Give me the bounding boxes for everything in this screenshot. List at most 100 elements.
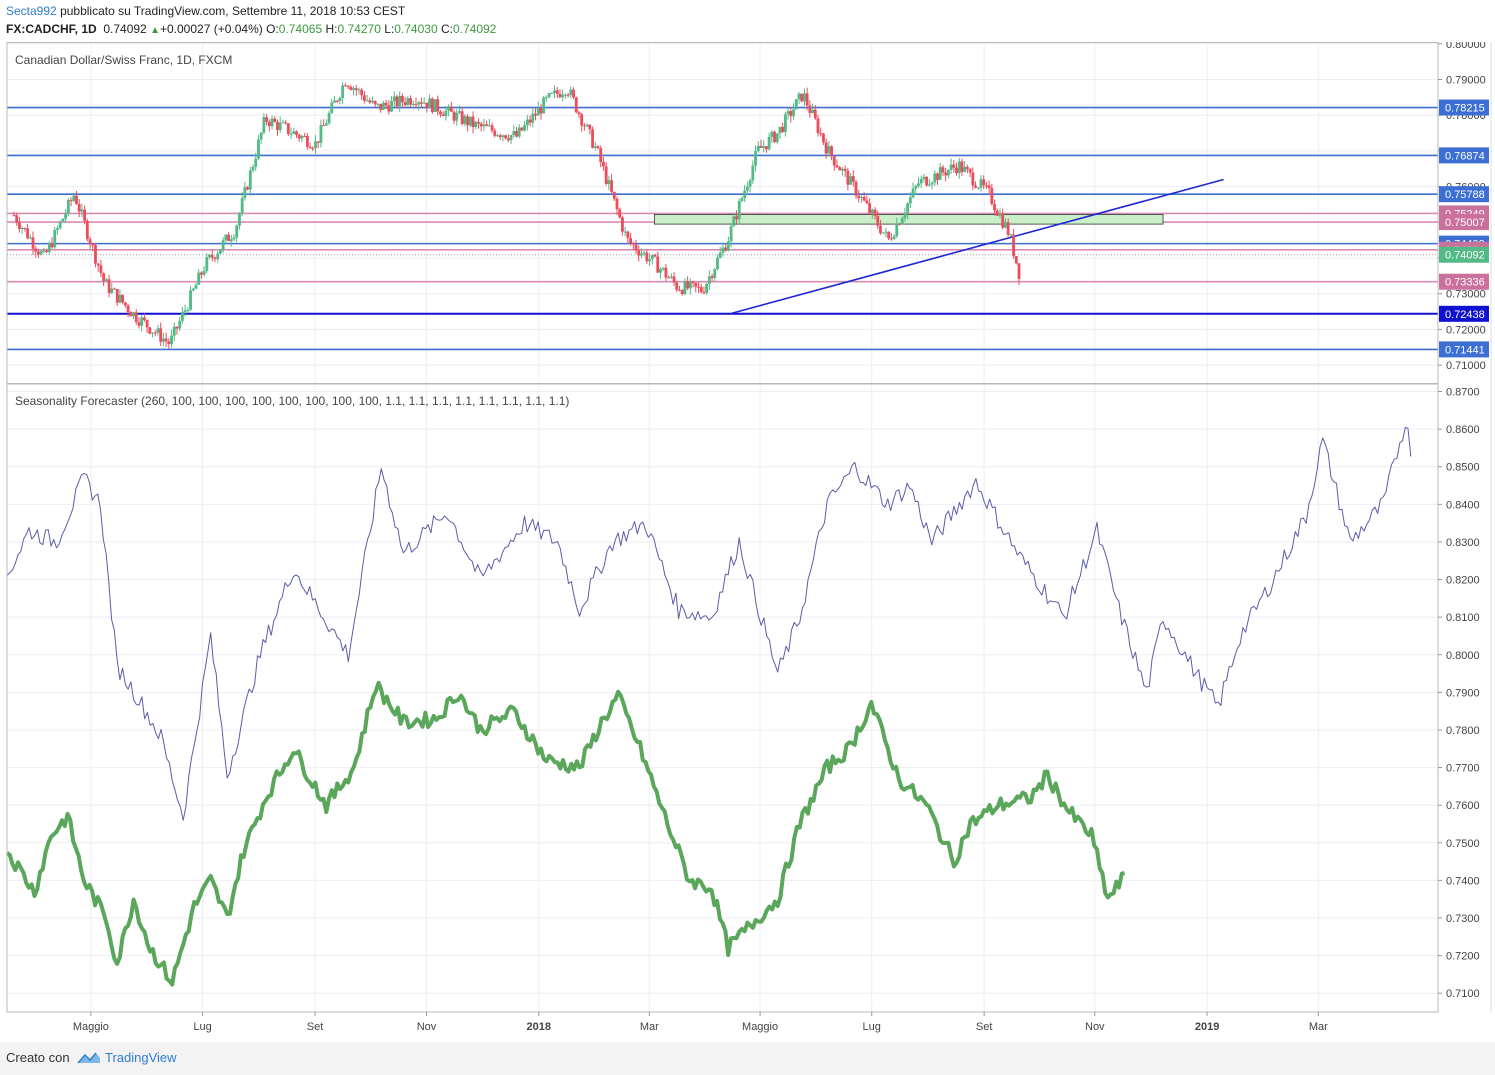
candle-body <box>637 250 641 256</box>
candle-body <box>200 272 203 275</box>
candle-body <box>102 273 106 282</box>
candle-body <box>216 253 220 260</box>
tradingview-link[interactable]: TradingView <box>105 1050 177 1065</box>
candle-body <box>183 310 187 312</box>
candle-body <box>914 186 918 189</box>
y-tick-label: 0.8000 <box>1446 650 1480 662</box>
candle-body <box>525 119 529 126</box>
candle-body <box>373 100 377 105</box>
y-tick-label: 0.72000 <box>1446 324 1486 336</box>
y-tick-label: 0.7700 <box>1446 763 1480 775</box>
candle-body <box>406 98 410 105</box>
symbol-label: FX:CADCHF, 1D <box>6 22 97 36</box>
candle-body <box>284 122 288 124</box>
candle-body <box>156 328 160 333</box>
author-link[interactable]: Secta992 <box>6 4 57 18</box>
candle-body <box>713 269 717 279</box>
candle-body <box>1009 234 1013 236</box>
candle-body <box>458 111 461 113</box>
candle-body <box>536 107 540 116</box>
candle-body <box>18 222 21 229</box>
candle-body <box>786 111 790 115</box>
candle-body <box>289 133 293 135</box>
candle-body <box>816 118 820 134</box>
candle-body <box>998 213 1002 216</box>
candle-body <box>835 165 839 168</box>
chart-area[interactable]: Maggio Lug Set Nov 2018 Mar Maggio Lug Set Nov 201… <box>0 42 1495 1042</box>
candle-body <box>781 126 785 132</box>
candle-body <box>640 253 643 256</box>
chart-svg[interactable]: Maggio Lug Set Nov 2018 Mar Maggio Lug Set Nov 201… <box>0 42 1495 1042</box>
candle-body <box>463 116 467 124</box>
candle-body <box>555 90 559 94</box>
candle-body <box>186 309 190 311</box>
candle-body <box>764 146 768 150</box>
candle-body <box>830 146 833 157</box>
candle-body <box>428 98 431 108</box>
candle-body <box>362 95 366 101</box>
candle-body <box>493 130 497 136</box>
candle-body <box>729 226 733 242</box>
candle-body <box>697 286 700 288</box>
candle-body <box>490 125 494 131</box>
candle-body <box>843 168 847 171</box>
price-tag-label: 0.78215 <box>1445 103 1485 115</box>
candle-body <box>330 102 334 113</box>
candle-body <box>604 166 608 184</box>
candle-body <box>653 254 657 257</box>
candle-body <box>726 241 730 251</box>
candle-body <box>1017 263 1021 279</box>
candle-body <box>547 93 551 98</box>
candle-body <box>672 276 676 283</box>
candle-body <box>401 95 404 103</box>
candle-body <box>281 122 285 124</box>
x-tick-label: Maggio <box>742 1021 778 1033</box>
candle-body <box>189 290 192 310</box>
x-tick-label: Set <box>307 1021 324 1033</box>
candle-body <box>118 294 122 303</box>
candle-body <box>678 289 681 291</box>
candle-body <box>870 209 874 213</box>
candle-body <box>933 173 937 183</box>
y-tick-label: 0.7600 <box>1446 800 1480 812</box>
candle-body <box>827 146 831 154</box>
publish-line: Secta992 pubblicato su TradingView.com, … <box>6 4 405 18</box>
candle-body <box>311 148 315 150</box>
candle-body <box>968 169 972 173</box>
candle-body <box>425 102 429 108</box>
candle-body <box>612 191 616 199</box>
candle-body <box>688 281 692 289</box>
candle-body <box>77 203 81 212</box>
candle-body <box>64 213 68 219</box>
candle-body <box>550 92 554 94</box>
candle-body <box>368 100 372 103</box>
candle-body <box>254 158 258 167</box>
tradingview-cloud-icon[interactable] <box>76 1049 102 1067</box>
candle-body <box>485 124 489 126</box>
last-price: 0.74092 <box>103 22 147 36</box>
candle-body <box>661 267 665 270</box>
candle-body <box>528 119 532 123</box>
candle-body <box>85 220 89 240</box>
candle-body <box>569 89 573 95</box>
candle-body <box>577 112 581 115</box>
candle-body <box>675 282 679 290</box>
candle-body <box>987 185 991 189</box>
candle-body <box>235 225 239 238</box>
y-tick-label: 0.71000 <box>1446 360 1486 372</box>
candle-body <box>599 148 603 163</box>
candle-body <box>42 250 46 252</box>
candle-body <box>384 102 388 106</box>
candle-body <box>965 166 969 170</box>
candle-body <box>952 164 956 168</box>
candle-body <box>868 203 872 213</box>
open-value: 0.74065 <box>278 22 323 36</box>
candle-body <box>881 232 885 234</box>
candle-body <box>316 141 320 143</box>
candle-body <box>229 239 233 242</box>
candle-body <box>80 209 84 212</box>
candle-body <box>588 124 592 130</box>
candle-body <box>444 110 448 117</box>
candle-body <box>854 181 858 196</box>
candle-body <box>506 138 510 141</box>
